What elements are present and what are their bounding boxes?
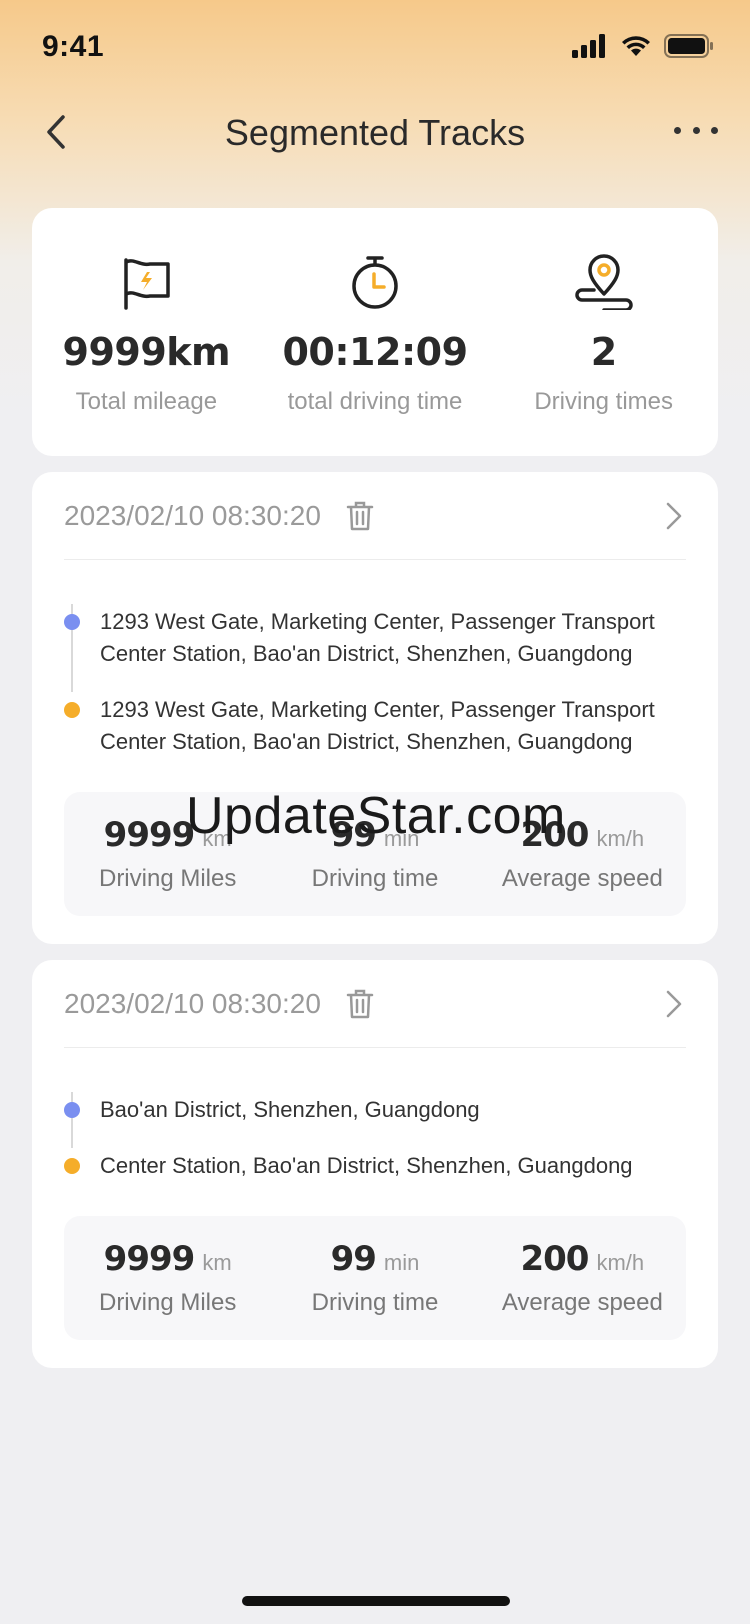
stat-driving-miles: 9999 km Driving Miles bbox=[64, 1216, 271, 1340]
trip-card[interactable]: 2023/02/10 08:30:20 Bao'an District, She… bbox=[32, 960, 718, 1368]
stat-driving-miles: 9999 km Driving Miles bbox=[64, 792, 271, 916]
status-bar: 9:41 bbox=[0, 0, 750, 96]
stat-unit: km bbox=[202, 1250, 232, 1275]
stat-value: 200 bbox=[520, 1239, 589, 1279]
stat-unit: min bbox=[383, 1250, 420, 1275]
page-title: Segmented Tracks bbox=[224, 112, 526, 153]
driving-times-label: Driving times bbox=[534, 388, 674, 415]
trip-detail-button[interactable] bbox=[662, 500, 686, 532]
stat-unit: km/h bbox=[596, 826, 645, 851]
stat-label: Driving time bbox=[311, 865, 439, 892]
route: Bao'an District, Shenzhen, Guangdong Cen… bbox=[64, 1048, 686, 1182]
wifi-icon bbox=[622, 36, 650, 56]
total-driving-time-value: 00:12:09 bbox=[282, 330, 468, 374]
home-indicator[interactable] bbox=[242, 1596, 510, 1606]
driving-times-value: 2 bbox=[590, 330, 617, 374]
start-dot-icon bbox=[64, 1102, 80, 1118]
stat-label: Driving Miles bbox=[98, 865, 237, 892]
nav-bar: Segmented Tracks bbox=[0, 96, 750, 168]
stat-unit: km/h bbox=[596, 1250, 645, 1275]
chevron-right-icon bbox=[666, 990, 682, 1018]
route-end: 1293 West Gate, Marketing Center, Passen… bbox=[64, 694, 686, 758]
delete-trip-button[interactable] bbox=[345, 500, 375, 532]
route: 1293 West Gate, Marketing Center, Passen… bbox=[64, 560, 686, 758]
trip-card[interactable]: 2023/02/10 08:30:20 1293 West Gate, Mark… bbox=[32, 472, 718, 944]
stat-driving-time: 99 min Driving time bbox=[271, 792, 478, 916]
stat-unit: km bbox=[202, 826, 232, 851]
trash-icon bbox=[346, 989, 374, 1018]
end-address: Center Station, Bao'an District, Shenzhe… bbox=[100, 1153, 633, 1178]
stat-value: 99 bbox=[330, 1239, 377, 1279]
trip-header: 2023/02/10 08:30:20 bbox=[64, 472, 686, 560]
more-button[interactable] bbox=[674, 118, 718, 142]
stat-label: Driving Miles bbox=[98, 1289, 237, 1316]
end-dot-icon bbox=[64, 702, 80, 718]
trip-date: 2023/02/10 08:30:20 bbox=[64, 499, 321, 531]
start-address: Bao'an District, Shenzhen, Guangdong bbox=[100, 1097, 480, 1122]
flag-icon bbox=[114, 250, 178, 314]
end-dot-icon bbox=[64, 1158, 80, 1174]
start-address: 1293 West Gate, Marketing Center, Passen… bbox=[100, 609, 655, 666]
location-pin-icon bbox=[572, 250, 636, 314]
total-mileage-label: Total mileage bbox=[75, 388, 218, 415]
delete-trip-button[interactable] bbox=[345, 988, 375, 1020]
start-dot-icon bbox=[64, 614, 80, 630]
status-icons bbox=[572, 34, 714, 58]
more-dot-icon bbox=[674, 126, 681, 134]
stat-label: Average speed bbox=[501, 865, 663, 892]
route-start: 1293 West Gate, Marketing Center, Passen… bbox=[64, 606, 686, 670]
total-driving-time-label: total driving time bbox=[287, 388, 463, 415]
chevron-right-icon bbox=[666, 502, 682, 530]
status-time: 9:41 bbox=[42, 30, 105, 63]
trip-stats: 9999 km Driving Miles 99 min Driving tim… bbox=[64, 792, 686, 916]
battery-icon bbox=[664, 34, 713, 58]
stat-unit: min bbox=[383, 826, 420, 851]
stat-average-speed: 200 km/h Average speed bbox=[479, 1216, 686, 1340]
stat-label: Driving time bbox=[311, 1289, 439, 1316]
signal-icon bbox=[572, 34, 605, 58]
stat-value: 9999 bbox=[103, 1239, 196, 1279]
trash-icon bbox=[346, 501, 374, 530]
stat-value: 99 bbox=[330, 815, 377, 855]
trip-detail-button[interactable] bbox=[662, 988, 686, 1020]
stat-value: 200 bbox=[520, 815, 589, 855]
more-dot-icon bbox=[711, 126, 718, 134]
summary-total-driving-time: 00:12:09 total driving time bbox=[261, 208, 490, 456]
trip-date: 2023/02/10 08:30:20 bbox=[64, 987, 321, 1019]
stat-driving-time: 99 min Driving time bbox=[271, 1216, 478, 1340]
route-end: Center Station, Bao'an District, Shenzhe… bbox=[64, 1150, 686, 1182]
stat-label: Average speed bbox=[501, 1289, 663, 1316]
total-mileage-value: 9999km bbox=[62, 330, 231, 374]
summary-total-mileage: 9999km Total mileage bbox=[32, 208, 261, 456]
stopwatch-icon bbox=[343, 250, 407, 314]
summary-driving-times: 2 Driving times bbox=[489, 208, 718, 456]
summary-card: 9999km Total mileage 00:12:09 total driv… bbox=[32, 208, 718, 456]
route-start: Bao'an District, Shenzhen, Guangdong bbox=[64, 1094, 686, 1126]
trip-header: 2023/02/10 08:30:20 bbox=[64, 960, 686, 1048]
trip-stats: 9999 km Driving Miles 99 min Driving tim… bbox=[64, 1216, 686, 1340]
stat-value: 9999 bbox=[103, 815, 196, 855]
more-dot-icon bbox=[692, 126, 700, 134]
stat-average-speed: 200 km/h Average speed bbox=[479, 792, 686, 916]
end-address: 1293 West Gate, Marketing Center, Passen… bbox=[100, 697, 655, 754]
